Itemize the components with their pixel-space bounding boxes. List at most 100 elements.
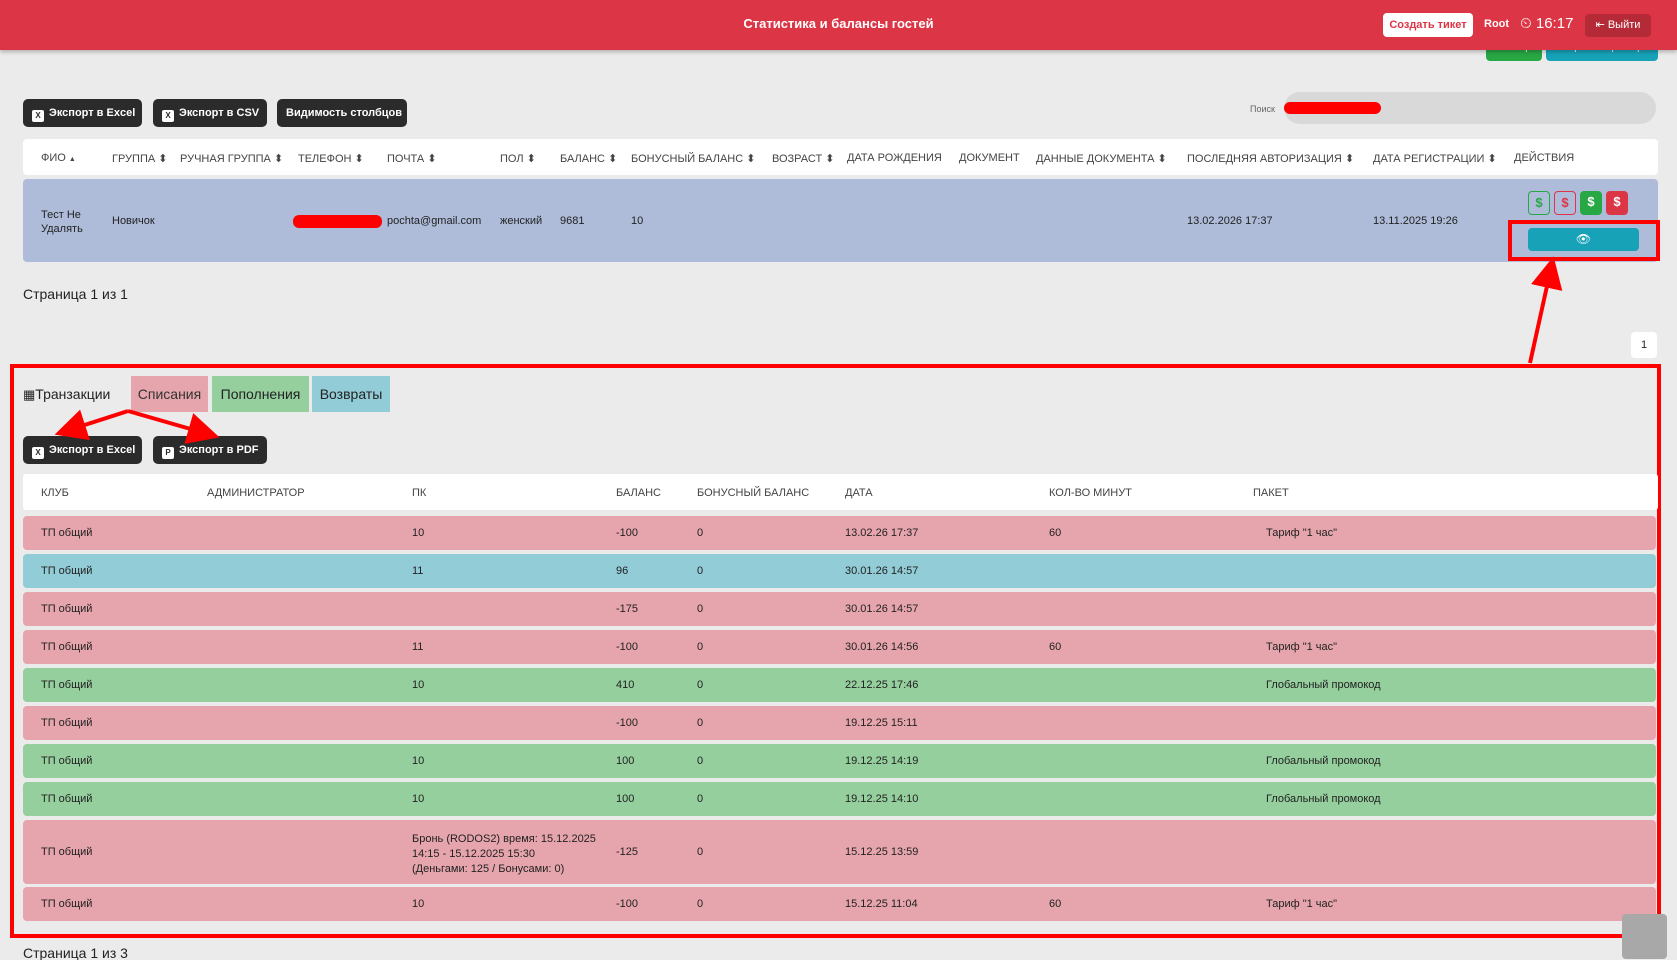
export-csv-button[interactable]: X Экспорт в CSV <box>153 99 267 127</box>
col-header-label: ГРУППА <box>112 153 156 165</box>
transactions-pagination-info: Страница 1 из 3 <box>23 945 128 960</box>
tx-package: Глобальный промокод <box>1266 793 1381 805</box>
col-header-gender[interactable]: ПОЛ ⬍ <box>500 152 536 165</box>
tx-balance: 100 <box>616 793 635 805</box>
tx-balance: 96 <box>616 565 629 577</box>
tx-pc: 11 <box>412 641 424 653</box>
col-header-age[interactable]: ВОЗРАСТ ⬍ <box>772 152 834 165</box>
tx-date: 13.02.26 17:37 <box>845 527 919 539</box>
export-excel-button[interactable]: X Экспорт в Excel <box>23 99 142 127</box>
tx-balance: -175 <box>616 603 639 615</box>
col-header-tx-balance: БАЛАНС <box>616 487 661 499</box>
tx-club: ТП общий <box>41 793 93 805</box>
tx-date: 30.01.26 14:57 <box>845 603 919 615</box>
guest-name-line1: Тест Не <box>41 209 81 221</box>
table-row[interactable] <box>23 668 1656 702</box>
table-row[interactable] <box>23 887 1656 921</box>
tx-bonus: 0 <box>697 717 704 729</box>
col-header-group[interactable]: ГРУППА ⬍ <box>112 152 167 165</box>
col-header-label: ПОСЛЕДНЯЯ АВТОРИЗАЦИЯ <box>1187 153 1342 165</box>
tx-date: 30.01.26 14:57 <box>845 565 919 577</box>
tx-balance: -100 <box>616 898 639 910</box>
sort-icon: ⬍ <box>1344 153 1355 165</box>
tx-date: 15.12.25 13:59 <box>845 846 919 858</box>
eye-icon: 👁 <box>1575 232 1592 246</box>
tx-package: Глобальный промокод <box>1266 679 1381 691</box>
col-header-email[interactable]: ПОЧТА ⬍ <box>387 152 437 165</box>
scroll-to-top-button[interactable] <box>1622 914 1667 959</box>
tx-pc-line: (Деньгами: 125 / Бонусами: 0) <box>412 863 565 875</box>
redaction-search <box>1284 102 1381 114</box>
table-row[interactable] <box>23 782 1656 816</box>
table-row[interactable] <box>23 554 1656 588</box>
tx-balance: -100 <box>616 641 639 653</box>
col-header-label: БОНУСНЫЙ БАЛАНС <box>631 153 744 165</box>
tx-pc: 10 <box>412 527 425 539</box>
top-bar: Статистика и балансы гостей Создать тике… <box>0 0 1677 50</box>
table-row[interactable] <box>23 630 1656 664</box>
col-header-reg-date[interactable]: ДАТА РЕГИСТРАЦИИ ⬍ <box>1373 152 1497 165</box>
transactions-export-excel-button[interactable]: X Экспорт в Excel <box>23 436 142 464</box>
tx-minutes: 60 <box>1049 527 1062 539</box>
csv-icon: X <box>162 110 174 122</box>
table-row[interactable] <box>23 820 1656 884</box>
col-header-phone[interactable]: ТЕЛЕФОН ⬍ <box>298 152 364 165</box>
tx-date: 30.01.26 14:56 <box>845 641 919 653</box>
table-row[interactable] <box>23 706 1656 740</box>
deduct-bonus-button[interactable]: $ <box>1606 191 1628 215</box>
tx-package: Глобальный промокод <box>1266 755 1381 767</box>
table-row[interactable] <box>23 516 1656 550</box>
tab-refunds[interactable]: Возвраты <box>312 376 390 412</box>
logout-icon: ⇤ <box>1595 19 1605 31</box>
tx-date: 19.12.25 14:10 <box>845 793 919 805</box>
col-header-balance[interactable]: БАЛАНС ⬍ <box>560 152 617 165</box>
export-excel-label: Экспорт в Excel <box>49 444 136 456</box>
column-visibility-button[interactable]: Видимость столбцов <box>277 99 407 127</box>
tx-package: Тариф "1 час" <box>1266 898 1338 910</box>
export-pdf-label: Экспорт в PDF <box>179 444 259 456</box>
pagination-page-1[interactable]: 1 <box>1631 332 1657 358</box>
deduct-balance-button[interactable]: $ <box>1554 191 1576 215</box>
clock-time: 16:17 <box>1535 15 1574 32</box>
col-header-fio[interactable]: ФИО ▲ <box>41 152 76 164</box>
transactions-export-pdf-button[interactable]: P Экспорт в PDF <box>153 436 267 464</box>
create-ticket-button[interactable]: Создать тикет <box>1383 13 1473 37</box>
col-header-bonus-balance[interactable]: БОНУСНЫЙ БАЛАНС ⬍ <box>631 152 755 165</box>
tx-bonus: 0 <box>697 603 704 615</box>
tx-date: 22.12.25 17:46 <box>845 679 919 691</box>
table-icon: ▦ <box>23 387 36 402</box>
col-header-minutes: КОЛ-ВО МИНУТ <box>1049 487 1132 499</box>
sort-icon: ⬍ <box>1157 153 1167 165</box>
clock: ⏲ 16:17 <box>1520 15 1573 32</box>
clock-icon: ⏲ <box>1520 15 1532 32</box>
col-header-document-data[interactable]: ДАННЫЕ ДОКУМЕНТА ⬍ <box>1036 152 1167 165</box>
col-header-tx-bonus: БОНУСНЫЙ БАЛАНС <box>697 487 810 499</box>
table-row[interactable] <box>23 744 1656 778</box>
tx-pc-line: 14:15 - 15.12.2025 15:30 <box>412 848 535 860</box>
tx-club: ТП общий <box>41 565 93 577</box>
tx-pc: 10 <box>412 755 425 767</box>
add-bonus-button[interactable]: $ <box>1580 191 1602 215</box>
table-row[interactable] <box>23 592 1656 626</box>
sort-icon: ⬍ <box>1487 153 1497 165</box>
sort-icon: ⬍ <box>158 153 168 165</box>
sort-icon: ⬍ <box>427 153 437 165</box>
col-header-label: БАЛАНС <box>560 153 605 165</box>
logout-button[interactable]: ⇤ Выйти <box>1585 14 1651 37</box>
view-transactions-button[interactable]: 👁 <box>1528 228 1639 251</box>
col-header-manual-group[interactable]: РУЧНАЯ ГРУППА ⬍ <box>180 152 283 165</box>
export-excel-label: Экспорт в Excel <box>49 107 136 119</box>
add-balance-button[interactable]: $ <box>1528 191 1550 215</box>
col-header-last-auth[interactable]: ПОСЛЕДНЯЯ АВТОРИЗАЦИЯ ⬍ <box>1187 152 1354 165</box>
tx-bonus: 0 <box>697 846 704 858</box>
tab-topups[interactable]: Пополнения <box>212 376 309 412</box>
col-header-pc: ПК <box>412 487 427 499</box>
tx-balance: -100 <box>616 717 639 729</box>
tx-club: ТП общий <box>41 846 93 858</box>
tx-pc-line: Бронь (RODOS2) время: 15.12.2025 <box>412 833 596 845</box>
col-header-label: ФИО <box>41 152 66 164</box>
tx-bonus: 0 <box>697 527 704 539</box>
sort-icon: ⬍ <box>354 153 364 165</box>
tab-deductions[interactable]: Списания <box>131 376 208 412</box>
pdf-icon: P <box>162 447 174 459</box>
